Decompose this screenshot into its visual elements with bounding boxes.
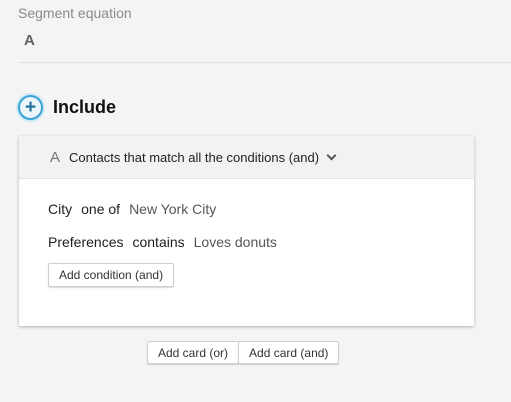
divider xyxy=(18,62,511,63)
card-header-toggle[interactable]: A Contacts that match all the conditions… xyxy=(19,136,474,179)
chevron-down-icon[interactable] xyxy=(326,150,337,160)
add-card-and-button[interactable]: Add card (and) xyxy=(238,341,340,364)
condition-value[interactable]: Loves donuts xyxy=(194,234,277,250)
add-card-group: Add card (or) Add card (and) xyxy=(147,341,340,364)
condition-card: A Contacts that match all the conditions… xyxy=(19,136,474,326)
include-header: + Include xyxy=(18,95,116,120)
condition-row[interactable]: Preferences contains Loves donuts xyxy=(48,234,277,250)
card-title: Contacts that match all the conditions (… xyxy=(69,149,320,165)
condition-field[interactable]: City xyxy=(48,201,72,217)
segment-editor: Segment equation A + Include A Contacts … xyxy=(0,0,511,402)
condition-row[interactable]: City one of New York City xyxy=(48,201,216,217)
include-title: Include xyxy=(53,97,117,117)
condition-operator[interactable]: contains xyxy=(132,234,184,250)
segment-equation-value: A xyxy=(24,32,35,49)
condition-field[interactable]: Preferences xyxy=(48,234,123,250)
add-condition-button[interactable]: Add condition (and) xyxy=(48,263,175,287)
condition-value[interactable]: New York City xyxy=(129,201,216,217)
condition-operator[interactable]: one of xyxy=(81,201,120,217)
add-card-or-button[interactable]: Add card (or) xyxy=(147,341,240,364)
segment-equation-label: Segment equation xyxy=(18,5,132,21)
plus-circle-icon[interactable]: + xyxy=(18,95,43,120)
card-letter: A xyxy=(50,148,61,166)
